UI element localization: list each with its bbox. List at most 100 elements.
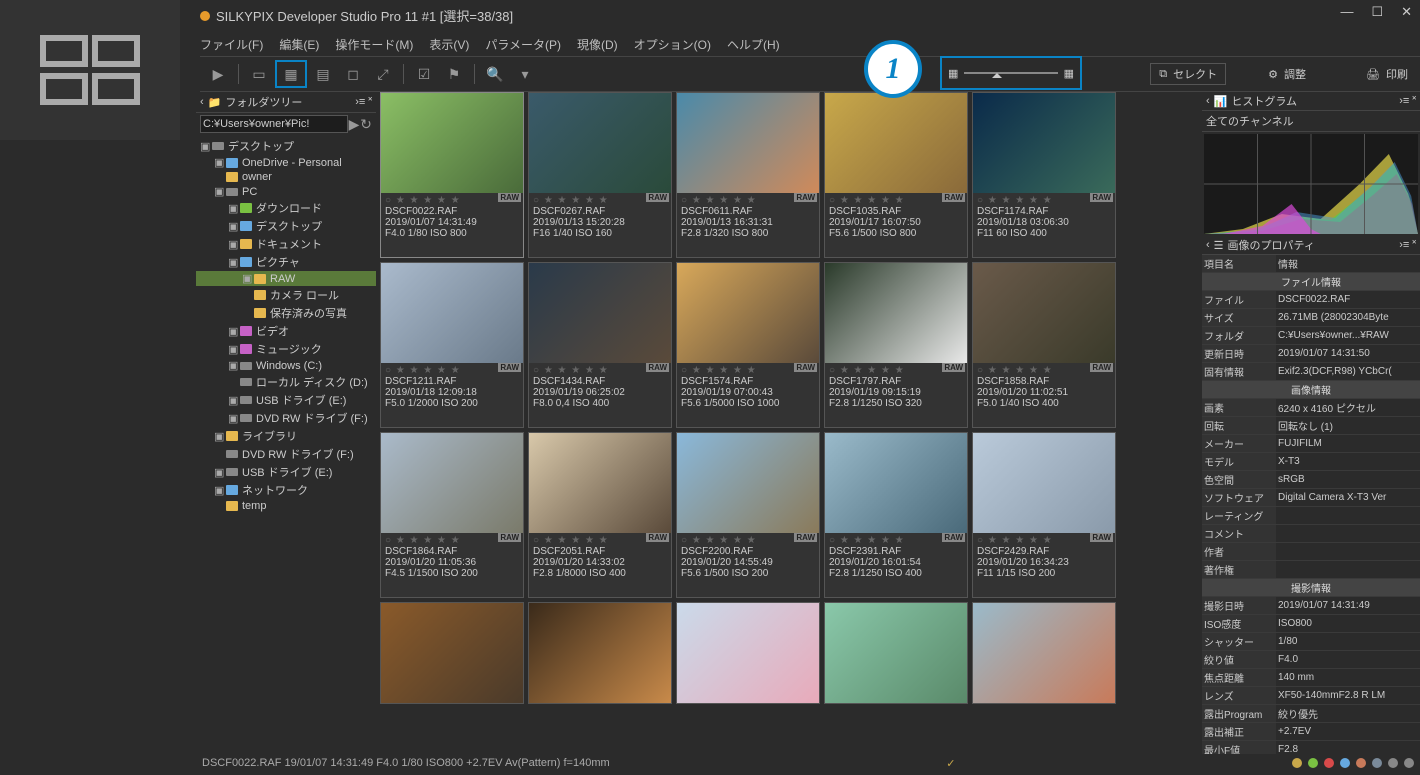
menu-item[interactable]: オプション(O) — [634, 36, 711, 53]
menu-item[interactable]: 操作モード(M) — [335, 36, 413, 53]
tree-node[interactable]: temp — [196, 499, 376, 513]
status-dot[interactable] — [1388, 758, 1398, 768]
tree-node[interactable]: ローカル ディスク (D:) — [196, 373, 376, 391]
tree-node[interactable]: ▣RAW — [196, 271, 376, 286]
thumbnail[interactable]: ○ ★ ★ ★ ★ ★RAWDSCF1858.RAF2019/01/20 11:… — [972, 262, 1116, 428]
thumbnail[interactable]: ○ ★ ★ ★ ★ ★RAWDSCF1797.RAF2019/01/19 09:… — [824, 262, 968, 428]
property-table: 項目名情報ファイル情報ファイルDSCF0022.RAFサイズ26.71MB (2… — [1202, 255, 1420, 754]
fullscreen-icon[interactable]: ⤢ — [369, 62, 397, 86]
menu-item[interactable]: パラメータ(P) — [485, 36, 561, 53]
thumbnail[interactable] — [824, 602, 968, 704]
tree-node[interactable]: カメラ ロール — [196, 286, 376, 304]
single-view-icon[interactable]: ▭ — [245, 62, 273, 86]
export-icon[interactable]: ▶ — [204, 62, 232, 86]
flag-icon[interactable]: ⚑ — [440, 62, 468, 86]
go-icon[interactable]: ▶ — [348, 112, 360, 136]
right-panel: ‹📊ヒストグラム›≡ ˟ 全てのチャンネル ‹☰画像のプロパティ›≡ ˟ 項目名… — [1202, 92, 1420, 751]
thumbnail[interactable]: ○ ★ ★ ★ ★ ★RAWDSCF1574.RAF2019/01/19 07:… — [676, 262, 820, 428]
callout-1: 1 — [864, 40, 922, 98]
status-dot[interactable] — [1324, 758, 1334, 768]
small-grid-icon: ▦ — [948, 67, 958, 80]
minimize-button[interactable]: — — [1340, 4, 1353, 20]
tree-node[interactable]: owner — [196, 170, 376, 184]
thumbnail[interactable]: ○ ★ ★ ★ ★ ★RAWDSCF2429.RAF2019/01/20 16:… — [972, 432, 1116, 598]
thumbnail[interactable]: ○ ★ ★ ★ ★ ★RAWDSCF0267.RAF2019/01/13 15:… — [528, 92, 672, 258]
thumbnail[interactable] — [972, 602, 1116, 704]
histogram — [1204, 134, 1418, 234]
app-icon — [200, 11, 210, 21]
tree-node[interactable]: ▣ピクチャ — [196, 253, 376, 271]
menu-item[interactable]: 現像(D) — [577, 36, 618, 53]
grid-view-icon[interactable]: ▦ — [275, 60, 307, 88]
panel-menu-icon[interactable]: ›≡ ˟ — [1399, 239, 1416, 251]
tree-node[interactable]: ▣ミュージック — [196, 340, 376, 358]
thumbnail[interactable] — [676, 602, 820, 704]
channel-selector[interactable]: 全てのチャンネル — [1202, 111, 1420, 132]
status-bar: DSCF0022.RAF 19/01/07 14:31:49 F4.0 1/80… — [196, 753, 1420, 773]
panel-title: フォルダツリー — [225, 94, 302, 110]
thumbnail[interactable]: ○ ★ ★ ★ ★ ★RAWDSCF1211.RAF2019/01/18 12:… — [380, 262, 524, 428]
select-mode-button[interactable]: ⧉セレクト — [1150, 63, 1226, 85]
status-dot[interactable] — [1340, 758, 1350, 768]
back-icon[interactable]: ‹ — [1206, 239, 1210, 251]
status-dot[interactable] — [1308, 758, 1318, 768]
list-view-icon[interactable]: ▤ — [309, 62, 337, 86]
toolbar: ▶ ▭ ▦ ▤ ◻ ⤢ ☑ ⚑ 🔍 ▾ ⧉セレクト ⚙調整 🖨印刷 — [200, 56, 1420, 92]
panel-menu-icon[interactable]: ›≡ ˟ — [355, 96, 372, 108]
thumbnail[interactable]: ○ ★ ★ ★ ★ ★RAWDSCF0611.RAF2019/01/13 16:… — [676, 92, 820, 258]
tree-node[interactable]: ▣ネットワーク — [196, 481, 376, 499]
tree-node[interactable]: ▣デスクトップ — [196, 217, 376, 235]
thumbnail[interactable]: ○ ★ ★ ★ ★ ★RAWDSCF2200.RAF2019/01/20 14:… — [676, 432, 820, 598]
filter-icon[interactable]: ▾ — [511, 62, 539, 86]
thumbnail[interactable] — [380, 602, 524, 704]
tree-node[interactable]: ▣USB ドライブ (E:) — [196, 463, 376, 481]
thumbnail[interactable]: ○ ★ ★ ★ ★ ★RAWDSCF2391.RAF2019/01/20 16:… — [824, 432, 968, 598]
thumbnail-grid: ○ ★ ★ ★ ★ ★RAWDSCF0022.RAF2019/01/07 14:… — [380, 92, 1120, 751]
tree-node[interactable]: ▣ライブラリ — [196, 427, 376, 445]
panel-menu-icon[interactable]: ›≡ ˟ — [1399, 95, 1416, 107]
close-button[interactable]: ✕ — [1401, 4, 1412, 20]
tree-node[interactable]: ▣ドキュメント — [196, 235, 376, 253]
tree-node[interactable]: ▣ビデオ — [196, 322, 376, 340]
folder-icon: 📁 — [208, 96, 222, 109]
print-button[interactable]: 🖨印刷 — [1358, 64, 1416, 84]
tree-node[interactable]: 保存済みの写真 — [196, 304, 376, 322]
tree-node[interactable]: ▣OneDrive - Personal — [196, 155, 376, 170]
tree-node[interactable]: DVD RW ドライブ (F:) — [196, 445, 376, 463]
back-icon[interactable]: ‹ — [200, 96, 204, 108]
thumbnail[interactable]: ○ ★ ★ ★ ★ ★RAWDSCF1434.RAF2019/01/19 06:… — [528, 262, 672, 428]
check-icon[interactable]: ☑ — [410, 62, 438, 86]
thumbnail[interactable]: ○ ★ ★ ★ ★ ★RAWDSCF2051.RAF2019/01/20 14:… — [528, 432, 672, 598]
frame-icon[interactable]: ◻ — [339, 62, 367, 86]
tree-node[interactable]: ▣DVD RW ドライブ (F:) — [196, 409, 376, 427]
thumbnail-size-slider[interactable]: ▦ ▦ — [940, 56, 1082, 90]
status-dot[interactable] — [1404, 758, 1414, 768]
folder-tree-panel: ‹📁フォルダツリー›≡ ˟ ▶ ↻ ▣デスクトップ▣OneDrive - Per… — [196, 92, 376, 751]
thumbnail[interactable]: ○ ★ ★ ★ ★ ★RAWDSCF1864.RAF2019/01/20 11:… — [380, 432, 524, 598]
menu-item[interactable]: ファイル(F) — [200, 36, 263, 53]
tree-node[interactable]: ▣ダウンロード — [196, 199, 376, 217]
menu-item[interactable]: ヘルプ(H) — [727, 36, 780, 53]
properties-title: 画像のプロパティ — [1228, 237, 1315, 253]
tree-node[interactable]: ▣デスクトップ — [196, 137, 376, 155]
menu-item[interactable]: 編集(E) — [279, 36, 319, 53]
tree-node[interactable]: ▣USB ドライブ (E:) — [196, 391, 376, 409]
back-icon[interactable]: ‹ — [1206, 95, 1210, 107]
status-dot[interactable] — [1292, 758, 1302, 768]
refresh-icon[interactable]: ↻ — [360, 112, 372, 136]
menu-item[interactable]: 表示(V) — [429, 36, 469, 53]
thumbnail[interactable] — [528, 602, 672, 704]
maximize-button[interactable]: ☐ — [1371, 4, 1383, 20]
status-dot[interactable] — [1372, 758, 1382, 768]
tree-node[interactable]: ▣Windows (C:) — [196, 358, 376, 373]
status-dot[interactable] — [1356, 758, 1366, 768]
thumbnail[interactable]: ○ ★ ★ ★ ★ ★RAWDSCF1035.RAF2019/01/17 16:… — [824, 92, 968, 258]
adjust-mode-button[interactable]: ⚙調整 — [1260, 64, 1314, 84]
path-input[interactable] — [200, 115, 348, 133]
app-logo — [0, 0, 180, 140]
status-check-icon: ✓ — [946, 757, 955, 770]
thumbnail[interactable]: ○ ★ ★ ★ ★ ★RAWDSCF1174.RAF2019/01/18 03:… — [972, 92, 1116, 258]
search-icon[interactable]: 🔍 — [481, 62, 509, 86]
thumbnail[interactable]: ○ ★ ★ ★ ★ ★RAWDSCF0022.RAF2019/01/07 14:… — [380, 92, 524, 258]
tree-node[interactable]: ▣PC — [196, 184, 376, 199]
